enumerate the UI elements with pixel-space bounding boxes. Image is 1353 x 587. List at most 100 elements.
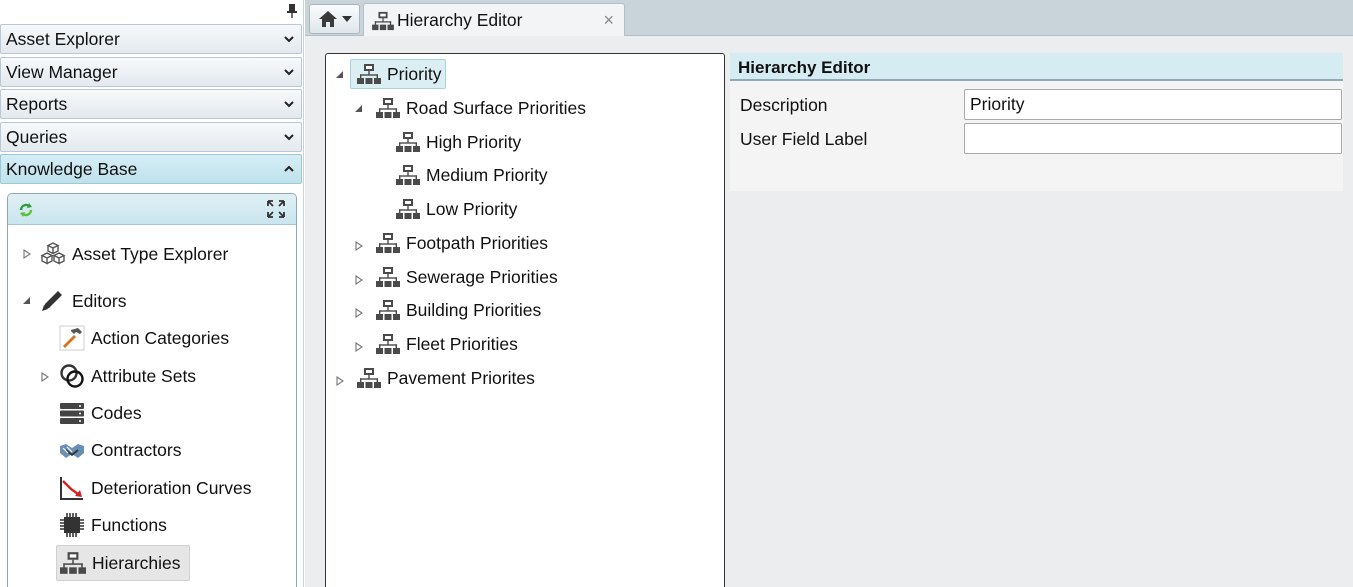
- nav-codes[interactable]: Codes: [58, 397, 142, 429]
- collapse-arrow-icon[interactable]: [354, 104, 364, 114]
- cubes-icon: [40, 242, 66, 265]
- accordion-reports[interactable]: Reports: [0, 89, 302, 119]
- refresh-icon[interactable]: [18, 202, 34, 218]
- hierarchy-icon: [357, 367, 381, 389]
- tree-node-label: Fleet Priorities: [406, 333, 518, 354]
- nav-hierarchies[interactable]: Hierarchies: [56, 545, 190, 581]
- nav-editors[interactable]: Editors: [39, 285, 126, 317]
- chip-icon: [60, 513, 84, 537]
- hierarchy-icon: [372, 11, 394, 31]
- panel-toolbar: [8, 194, 296, 225]
- description-input[interactable]: [964, 89, 1342, 120]
- chevron-down-icon: [277, 122, 301, 152]
- tree-node-fleet-priorities[interactable]: Fleet Priorities: [376, 329, 518, 359]
- home-menu-button[interactable]: [309, 4, 360, 34]
- tree-node-label: Low Priority: [426, 198, 518, 219]
- tree-node-priority[interactable]: Priority: [350, 59, 447, 89]
- nav-label: Contractors: [91, 439, 182, 460]
- content-area: Priority Road Surface Priorities High Pr…: [305, 36, 1353, 587]
- hammer-icon: [59, 325, 85, 351]
- nav-label: Action Categories: [91, 327, 230, 348]
- user-field-label-input[interactable]: [964, 123, 1342, 154]
- collapse-arrow-icon[interactable]: [22, 296, 32, 306]
- collapse-arrow-icon[interactable]: [335, 70, 345, 80]
- tree-node-high-priority[interactable]: High Priority: [396, 127, 521, 157]
- tree-node-medium-priority[interactable]: Medium Priority: [396, 160, 548, 190]
- chevron-down-icon: [277, 89, 301, 119]
- rings-icon: [60, 364, 84, 388]
- tree-node-label: Sewerage Priorities: [406, 266, 558, 287]
- editor-form: Description User Field Label: [730, 81, 1343, 191]
- hierarchy-icon: [396, 164, 420, 186]
- description-label: Description: [740, 95, 828, 115]
- accordion-knowledge-base[interactable]: Knowledge Base: [0, 154, 302, 184]
- tab-bar: Hierarchy Editor ×: [305, 0, 1353, 37]
- expand-arrow-icon[interactable]: [354, 342, 364, 352]
- expand-icon[interactable]: [267, 200, 285, 218]
- expand-arrow-icon[interactable]: [22, 249, 32, 259]
- chevron-down-icon: [277, 57, 301, 87]
- decline-chart-icon: [60, 477, 83, 500]
- tree-node-label: Medium Priority: [426, 164, 548, 185]
- editor-title: Hierarchy Editor: [730, 53, 1343, 81]
- tree-node-label: Priority: [387, 63, 442, 84]
- nav-contractors[interactable]: Contractors: [58, 434, 181, 466]
- accordion-label: Asset Explorer: [6, 28, 120, 49]
- tree-node-label: Road Surface Priorities: [406, 97, 586, 118]
- expand-arrow-icon[interactable]: [354, 275, 364, 285]
- hierarchy-icon: [396, 198, 420, 220]
- tree-node-pavement-priorites[interactable]: Pavement Priorites: [357, 363, 535, 393]
- nav-deterioration-curves[interactable]: Deterioration Curves: [58, 472, 251, 504]
- chevron-down-icon: [277, 24, 301, 54]
- knowledge-base-panel: Asset Type Explorer Editors Action Categ…: [7, 193, 297, 587]
- accordion-asset-explorer[interactable]: Asset Explorer: [0, 24, 302, 54]
- nav-label: Asset Type Explorer: [72, 243, 229, 264]
- stack-icon: [60, 403, 84, 424]
- user-field-label-label: User Field Label: [740, 129, 868, 149]
- caret-down-icon: [341, 16, 352, 22]
- hierarchy-icon: [376, 266, 400, 288]
- hierarchy-icon: [60, 551, 86, 575]
- tab-label: Hierarchy Editor: [397, 10, 523, 30]
- handshake-icon: [60, 444, 84, 458]
- tree-node-label: High Priority: [426, 131, 522, 152]
- hierarchy-icon: [357, 63, 381, 85]
- tab-hierarchy-editor[interactable]: Hierarchy Editor ×: [363, 3, 625, 37]
- expand-arrow-icon[interactable]: [40, 372, 50, 382]
- close-icon[interactable]: ×: [603, 10, 614, 31]
- accordion-label: Queries: [6, 126, 68, 147]
- accordion-label: View Manager: [6, 61, 118, 82]
- hierarchy-icon: [376, 97, 400, 119]
- tree-node-sewerage-priorities[interactable]: Sewerage Priorities: [376, 262, 558, 292]
- expand-arrow-icon[interactable]: [354, 241, 364, 251]
- chevron-up-icon: [277, 154, 301, 184]
- tree-node-road-surface-priorities[interactable]: Road Surface Priorities: [376, 93, 586, 123]
- hierarchy-editor-panel: Hierarchy Editor Description User Field …: [730, 53, 1343, 191]
- nav-label: Codes: [91, 402, 142, 423]
- expand-arrow-icon[interactable]: [335, 376, 345, 386]
- hierarchy-icon: [376, 232, 400, 254]
- accordion-label: Knowledge Base: [6, 158, 138, 179]
- hierarchy-icon: [396, 131, 420, 153]
- home-icon: [318, 11, 337, 27]
- pin-icon[interactable]: [286, 4, 298, 18]
- sidebar: Asset Explorer View Manager Reports Quer…: [0, 0, 304, 587]
- tree-node-low-priority[interactable]: Low Priority: [396, 194, 517, 224]
- tree-node-building-priorities[interactable]: Building Priorities: [376, 295, 541, 325]
- nav-label: Hierarchies: [92, 552, 181, 573]
- nav-asset-type-explorer[interactable]: Asset Type Explorer: [39, 238, 228, 270]
- nav-attribute-sets[interactable]: Attribute Sets: [58, 360, 196, 392]
- hierarchy-tree: Priority Road Surface Priorities High Pr…: [325, 53, 725, 587]
- expand-arrow-icon[interactable]: [354, 308, 364, 318]
- nav-functions[interactable]: Functions: [58, 509, 167, 541]
- nav-action-categories[interactable]: Action Categories: [58, 322, 229, 354]
- nav-label: Editors: [72, 290, 127, 311]
- hierarchy-icon: [376, 333, 400, 355]
- tree-node-footpath-priorities[interactable]: Footpath Priorities: [376, 228, 548, 258]
- tree-node-label: Pavement Priorites: [387, 367, 535, 388]
- nav-label: Functions: [91, 514, 167, 535]
- accordion-view-manager[interactable]: View Manager: [0, 57, 302, 87]
- hierarchy-icon: [376, 299, 400, 321]
- accordion-queries[interactable]: Queries: [0, 122, 302, 152]
- pencil-icon: [42, 291, 62, 311]
